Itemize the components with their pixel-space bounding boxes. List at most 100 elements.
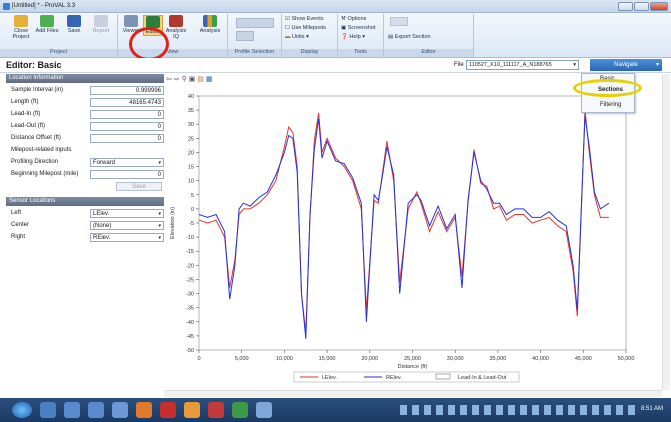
- lead-in-row: Lead-In (ft) 0: [6, 110, 164, 120]
- close-window-button[interactable]: [650, 2, 668, 11]
- section-label: Milepost-related inputs: [11, 147, 72, 153]
- select-value: (None): [93, 223, 112, 229]
- dropdown-label: Units: [292, 34, 305, 40]
- maximize-button[interactable]: [634, 2, 649, 11]
- menu-item-filtering[interactable]: Filtering: [600, 102, 621, 108]
- profile-chart[interactable]: 40 35 30 25 20 15 10 5 0 -5 -10 -15 -20 -25 -30 -35 -40 -…: [164, 74, 662, 390]
- analysis-iq-icon: [169, 15, 183, 27]
- length-input[interactable]: 48165.4743: [90, 98, 164, 107]
- ribbon: Project View Profile Selection Display T…: [0, 13, 671, 61]
- profile-selector-icon[interactable]: [236, 18, 274, 28]
- screenshot-button[interactable]: ▣ Screenshot: [341, 25, 376, 31]
- window-title: [Untitled] * - ProVAL 3.3: [12, 3, 76, 9]
- select-value: Forward: [93, 160, 116, 166]
- sensor-locations-header: Sensor Locations: [6, 197, 164, 206]
- export-section-button[interactable]: ▤ Export Section: [388, 34, 431, 40]
- button-label: Export Section: [394, 34, 431, 40]
- back-arrow-icon[interactable]: ⇦: [166, 76, 172, 83]
- y-tick-label: 15: [188, 165, 194, 171]
- add-files-icon: [40, 15, 54, 27]
- group-label: Tools: [338, 49, 383, 57]
- length-row: Length (ft) 48165.4743: [6, 98, 164, 108]
- forward-arrow-icon[interactable]: ⇨: [174, 76, 180, 83]
- x-axis-label: Distance (ft): [398, 364, 428, 370]
- sample-interval-input[interactable]: 0.999996: [90, 86, 164, 95]
- taskbar-app-icon[interactable]: [208, 402, 224, 418]
- legend-label: RElev.: [386, 375, 402, 381]
- lead-out-input[interactable]: 0: [90, 122, 164, 131]
- taskbar-app-icon[interactable]: [136, 402, 152, 418]
- chevron-down-icon: ▾: [573, 62, 576, 68]
- analysis-button[interactable]: Analysis: [195, 15, 225, 34]
- file-select[interactable]: 110527_X10_111117_A_N188765 ▾: [466, 60, 579, 70]
- floppy-disk-icon: [67, 15, 81, 27]
- chevron-down-icon: ▾: [158, 235, 161, 241]
- close-project-button[interactable]: Close Project: [10, 15, 32, 40]
- add-files-button[interactable]: Add Files: [34, 15, 60, 34]
- horizontal-scrollbar[interactable]: [164, 390, 662, 397]
- help-dropdown[interactable]: ❓ Help ▾: [341, 34, 365, 40]
- sensor-right-select[interactable]: RElev. ▾: [90, 233, 164, 242]
- viewer-icon: [124, 15, 138, 27]
- field-label: Center: [11, 222, 30, 228]
- field-label: Distance Offset (ft): [11, 135, 61, 141]
- taskbar-app-icon[interactable]: [40, 402, 56, 418]
- checkbox-label: Show Events: [291, 16, 324, 22]
- taskbar-app-icon[interactable]: [112, 402, 128, 418]
- bar-chart-icon: [203, 15, 217, 27]
- x-tick-label: 10,000: [276, 356, 293, 362]
- y-tick-label: -45: [186, 334, 194, 340]
- sensor-center-select[interactable]: (None) ▾: [90, 221, 164, 230]
- distance-offset-row: Distance Offset (ft) 0: [6, 134, 164, 144]
- location-save-button[interactable]: Save: [116, 182, 162, 191]
- vertical-scrollbar[interactable]: [662, 74, 670, 390]
- button-label: Add Files: [35, 28, 59, 34]
- sensor-left-select[interactable]: LElev. ▾: [90, 209, 164, 218]
- location-info-header: Location Information: [6, 74, 164, 83]
- beginning-milepost-input[interactable]: 0: [90, 170, 164, 179]
- start-button[interactable]: [12, 402, 32, 418]
- y-tick-label: 40: [188, 94, 194, 100]
- lead-out-row: Lead-Out (ft) 0: [6, 122, 164, 132]
- sensor-center-row: Center (None) ▾: [6, 221, 164, 231]
- sample-interval-row: Sample Interval (in) 0.999996: [6, 86, 164, 96]
- editor-tool-icon[interactable]: [390, 17, 408, 26]
- distance-offset-input[interactable]: 0: [90, 134, 164, 143]
- taskbar-app-icon[interactable]: [88, 402, 104, 418]
- beginning-milepost-row: Beginning Milepost (mile) 0: [6, 170, 164, 180]
- zoom-icon[interactable]: ⚲: [182, 76, 187, 83]
- system-tray-icons[interactable]: [400, 405, 635, 415]
- navigate-button[interactable]: Navigate ▾: [590, 59, 662, 71]
- taskbar-app-icon[interactable]: [232, 402, 248, 418]
- x-tick-label: 15,000: [319, 356, 336, 362]
- x-tick-label: 45,000: [575, 356, 592, 362]
- save-button[interactable]: Save: [62, 15, 86, 34]
- use-mileposts-checkbox[interactable]: ☐ Use Mileposts: [285, 25, 326, 31]
- show-events-checkbox[interactable]: ☑ Show Events: [285, 16, 324, 22]
- taskbar-app-icon[interactable]: [64, 402, 80, 418]
- taskbar-app-icon[interactable]: [160, 402, 176, 418]
- profiling-direction-select[interactable]: Forward ▾: [90, 158, 164, 167]
- report-icon: [94, 15, 108, 27]
- y-tick-label: -5: [189, 221, 194, 227]
- copy-icon[interactable]: ▤: [197, 76, 204, 83]
- chevron-down-icon: ▾: [655, 62, 659, 68]
- taskbar-app-icon[interactable]: [184, 402, 200, 418]
- units-dropdown[interactable]: ▬ Units ▾: [285, 34, 309, 40]
- lead-in-input[interactable]: 0: [90, 110, 164, 119]
- x-tick-label: 30,000: [447, 356, 464, 362]
- report-button[interactable]: Report: [88, 15, 114, 34]
- image-icon[interactable]: ▦: [206, 76, 213, 83]
- options-button[interactable]: ⚒ Options: [341, 16, 366, 22]
- y-tick-label: -40: [186, 320, 194, 326]
- analysis-iq-button[interactable]: Analysis IQ: [164, 15, 188, 40]
- profile-selector-icon-small[interactable]: [236, 31, 254, 41]
- y-tick-label: -30: [186, 292, 194, 298]
- x-tick-label: 0: [197, 356, 200, 362]
- select-value: RElev.: [93, 235, 111, 241]
- taskbar-app-icon[interactable]: [256, 402, 272, 418]
- minimize-button[interactable]: [618, 2, 633, 11]
- wrench-icon: ⚒: [341, 16, 346, 22]
- field-label: Profiling Direction: [11, 159, 59, 165]
- zoom-box-icon[interactable]: ▣: [189, 76, 196, 83]
